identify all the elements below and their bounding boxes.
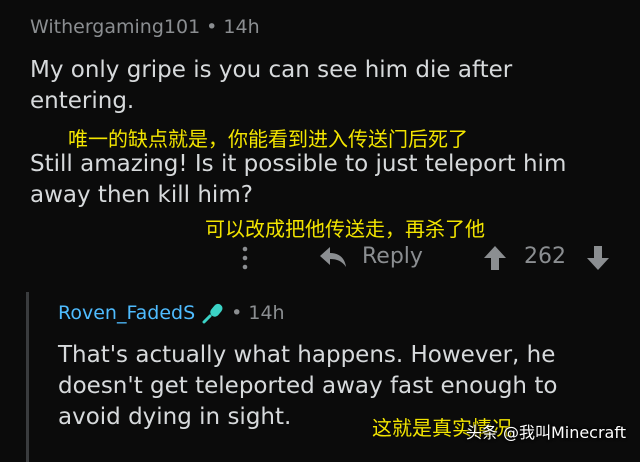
upvote-button[interactable] xyxy=(482,245,508,271)
comment-author[interactable]: Withergaming101 xyxy=(30,16,200,38)
downvote-button[interactable] xyxy=(585,245,611,271)
watermark: 头条 @我叫Minecraft xyxy=(465,423,626,442)
comment-separator: • xyxy=(206,16,218,38)
microphone-icon xyxy=(202,303,223,324)
comment-line: Still amazing! Is it possible to just te… xyxy=(30,151,567,177)
reply-label: Reply xyxy=(362,244,423,269)
more-options-icon xyxy=(242,246,248,270)
comment-header: Withergaming101 • 14h xyxy=(30,16,260,38)
reply-header: Roven_FadedS • 14h xyxy=(58,302,285,324)
reply-line: doesn't get teleported away fast enough … xyxy=(58,373,558,399)
comment-body-continued: Still amazing! Is it possible to just te… xyxy=(30,149,630,211)
more-options-button[interactable] xyxy=(238,244,252,272)
reply-author[interactable]: Roven_FadedS xyxy=(58,302,195,324)
comment-time: 14h xyxy=(223,16,260,38)
reply-button[interactable]: Reply xyxy=(318,244,423,269)
comment-line: My only gripe is you can see him die aft… xyxy=(30,57,513,83)
reply-arrow-icon xyxy=(320,246,346,267)
comment-line: entering. xyxy=(30,88,135,114)
upvote-arrow-icon xyxy=(484,246,506,270)
downvote-arrow-icon xyxy=(587,246,609,270)
reply-line: That's actually what happens. However, h… xyxy=(58,342,556,368)
translation-overlay: 可以改成把他传送走，再杀了他 xyxy=(205,217,485,241)
vote-count: 262 xyxy=(524,244,566,269)
thread-line[interactable] xyxy=(26,292,29,462)
reply-separator: • xyxy=(231,302,243,324)
comment-line: away then kill him? xyxy=(30,182,253,208)
translation-overlay: 唯一的缺点就是，你能看到进入传送门后死了 xyxy=(68,127,468,151)
reply-time: 14h xyxy=(248,302,285,324)
comment-body: My only gripe is you can see him die aft… xyxy=(30,55,630,117)
